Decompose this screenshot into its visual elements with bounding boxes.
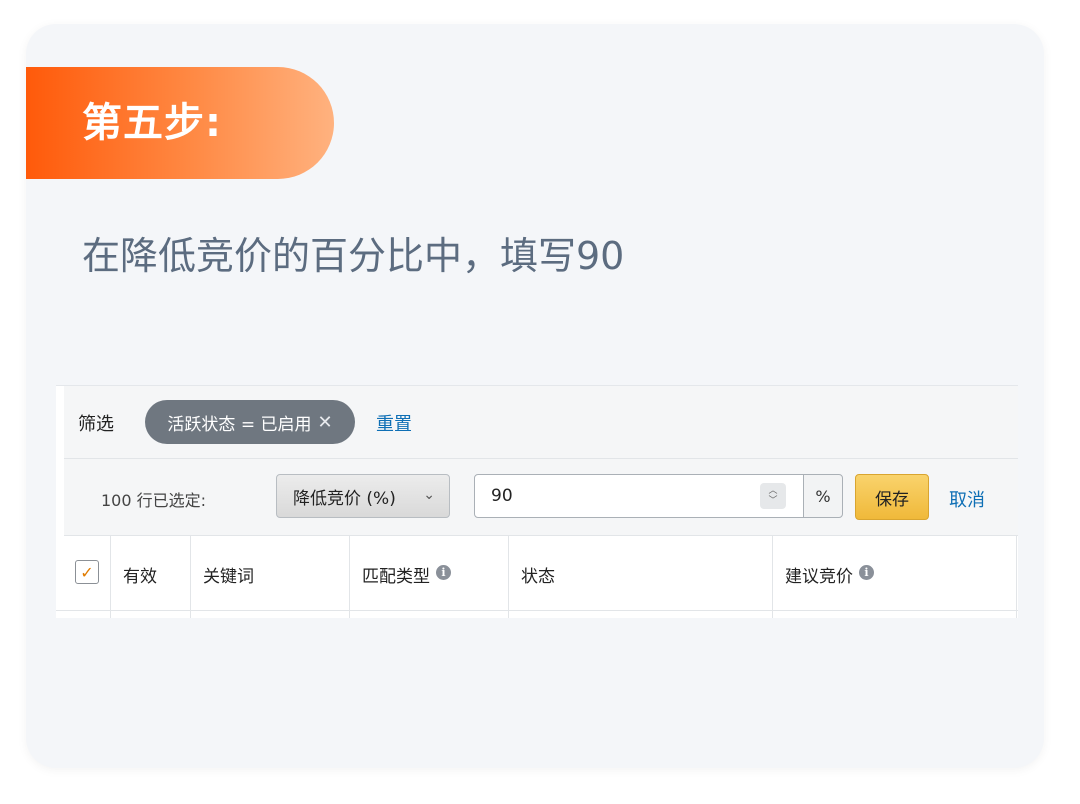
tutorial-card: 第五步: 在降低竞价的百分比中，填写90 筛选 活跃状态 = 已启用 ✕ 重置 … bbox=[26, 24, 1044, 768]
info-icon[interactable]: i bbox=[436, 565, 451, 580]
bid-action-dropdown[interactable]: 降低竞价 (%) ⌄ bbox=[276, 474, 450, 518]
instruction-text: 在降低竞价的百分比中，填写90 bbox=[82, 234, 625, 278]
active-filter-chip[interactable]: 活跃状态 = 已启用 ✕ bbox=[145, 400, 355, 444]
column-label: 匹配类型 bbox=[362, 567, 430, 587]
column-label: 有效 bbox=[123, 567, 157, 587]
save-button[interactable]: 保存 bbox=[855, 474, 929, 520]
table-header-row: ✓ 有效 关键词 匹配类型 i 状态 建议竞价 i bbox=[56, 536, 1018, 618]
chevron-down-icon: ⌄ bbox=[423, 487, 435, 503]
selected-count-label: 100 行已选定: bbox=[101, 491, 207, 510]
cancel-link[interactable]: 取消 bbox=[949, 486, 985, 512]
select-all-checkbox[interactable]: ✓ bbox=[75, 560, 99, 584]
bulk-action-bar: 100 行已选定: 降低竞价 (%) ⌄ 90 ︿ ﹀ % 保存 取消 bbox=[64, 459, 1018, 536]
percent-unit: % bbox=[803, 474, 843, 518]
amazon-ads-screenshot: 筛选 活跃状态 = 已启用 ✕ 重置 100 行已选定: 降低竞价 (%) ⌄ … bbox=[56, 385, 1018, 618]
column-header-suggested-bid[interactable]: 建议竞价 i bbox=[773, 536, 1017, 618]
column-header-match-type[interactable]: 匹配类型 i bbox=[350, 536, 509, 618]
filter-label: 筛选 bbox=[78, 414, 114, 435]
column-header-keyword[interactable]: 关键词 bbox=[191, 536, 350, 618]
column-label: 建议竞价 bbox=[785, 567, 853, 587]
reset-link[interactable]: 重置 bbox=[376, 410, 412, 436]
info-icon[interactable]: i bbox=[859, 565, 874, 580]
column-header-active[interactable]: 有效 bbox=[111, 536, 191, 618]
header-select-all: ✓ bbox=[64, 536, 111, 618]
step-badge: 第五步: bbox=[26, 67, 334, 179]
column-label: 状态 bbox=[521, 567, 555, 587]
bid-percent-input[interactable]: 90 bbox=[474, 474, 804, 518]
step-label: 第五步: bbox=[82, 100, 222, 146]
column-header-status[interactable]: 状态 bbox=[509, 536, 773, 618]
column-label: 关键词 bbox=[203, 567, 254, 587]
dropdown-value: 降低竞价 (%) bbox=[293, 488, 396, 509]
chevron-up-icon[interactable]: ︿ bbox=[768, 486, 777, 496]
close-icon[interactable]: ✕ bbox=[317, 412, 332, 433]
filter-bar: 筛选 活跃状态 = 已启用 ✕ 重置 bbox=[64, 386, 1018, 459]
filter-chip-text: 活跃状态 = 已启用 bbox=[167, 414, 312, 435]
chevron-down-icon[interactable]: ﹀ bbox=[768, 496, 777, 506]
number-spinner[interactable]: ︿ ﹀ bbox=[760, 483, 786, 509]
